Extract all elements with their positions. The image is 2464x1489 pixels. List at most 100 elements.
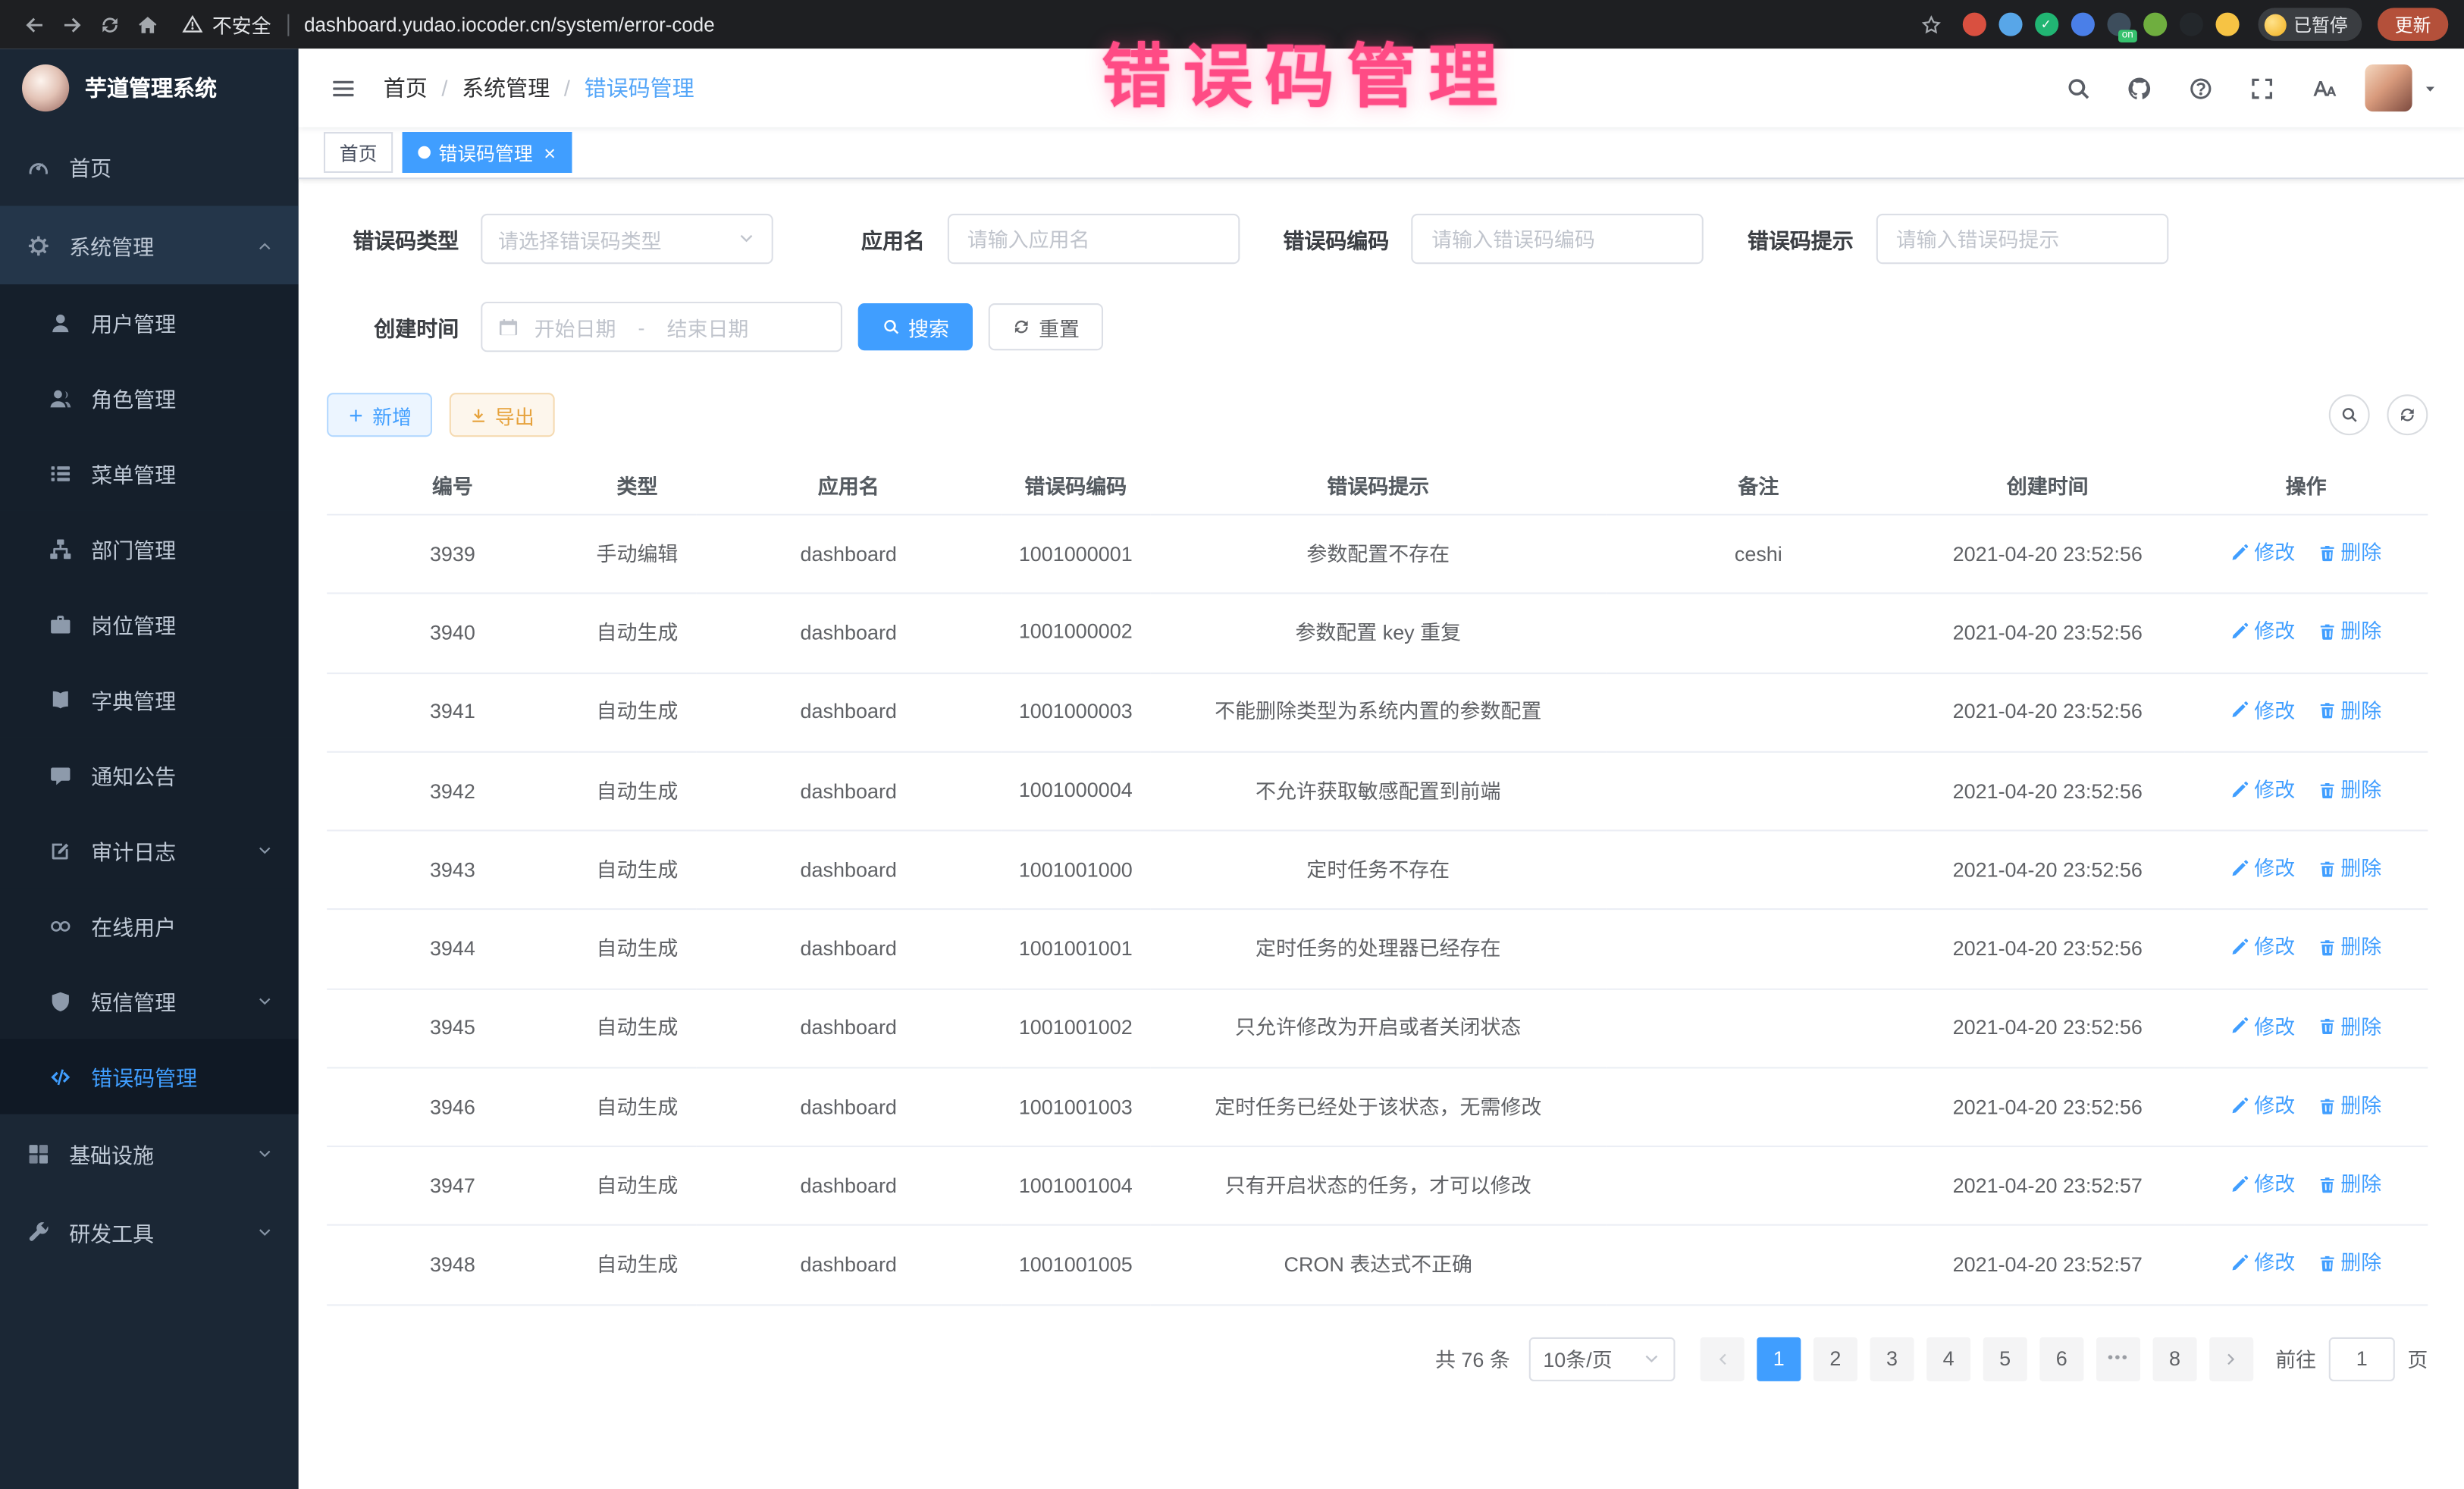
prev-page-button[interactable] [1701, 1337, 1745, 1381]
extension-icon-2[interactable] [1998, 13, 2021, 36]
extension-icon-4[interactable] [2071, 13, 2094, 36]
export-button[interactable]: 导出 [450, 393, 555, 437]
forward-icon[interactable] [53, 5, 91, 43]
edit-link[interactable]: 修改 [2230, 774, 2295, 804]
url-text[interactable]: dashboard.yudao.iocoder.cn/system/error-… [304, 14, 715, 36]
bookmark-star-icon[interactable] [1911, 5, 1949, 43]
sidebar-item-dict-management[interactable]: 字典管理 [0, 662, 299, 737]
security-chip[interactable]: 不安全 [182, 9, 271, 39]
delete-link[interactable]: 删除 [2317, 1248, 2381, 1278]
refresh-table-button[interactable] [2387, 394, 2428, 435]
next-page-button[interactable] [2209, 1337, 2253, 1381]
extension-icon-6[interactable] [2143, 13, 2166, 36]
update-button[interactable]: 更新 [2378, 8, 2448, 41]
add-button[interactable]: 新增 [327, 393, 432, 437]
sidebar-item-post-management[interactable]: 岗位管理 [0, 586, 299, 661]
extension-icon-1[interactable] [1962, 13, 1986, 36]
sidebar-item-notice[interactable]: 通知公告 [0, 737, 299, 812]
error-hint-input[interactable] [1876, 214, 2168, 264]
edit-link[interactable]: 修改 [2230, 853, 2295, 883]
user-menu[interactable] [2365, 64, 2438, 111]
sidebar-item-system-management[interactable]: 系统管理 [0, 206, 299, 285]
delete-link[interactable]: 删除 [2317, 933, 2381, 963]
font-size-icon[interactable] [2304, 69, 2342, 107]
edit-icon [2230, 938, 2249, 957]
page-size-value: 10条/页 [1543, 1343, 1612, 1373]
caret-down-icon [2422, 80, 2439, 97]
pager-more-button[interactable]: ••• [2096, 1337, 2140, 1381]
sidebar-item-error-code-management[interactable]: 错误码管理 [0, 1039, 299, 1114]
column-header: 错误码提示 [1150, 456, 1606, 515]
sidebar-item-sms-management[interactable]: 短信管理 [0, 964, 299, 1039]
page-button-3[interactable]: 3 [1870, 1337, 1914, 1381]
hamburger-icon[interactable] [324, 69, 362, 107]
sidebar-item-dev-tools[interactable]: 研发工具 [0, 1193, 299, 1271]
browser-home-icon[interactable] [129, 5, 167, 43]
sidebar-item-audit-log[interactable]: 审计日志 [0, 813, 299, 888]
delete-link[interactable]: 删除 [2317, 1090, 2381, 1121]
reset-button[interactable]: 重置 [989, 303, 1103, 350]
page-button-1[interactable]: 1 [1757, 1337, 1801, 1381]
tree-icon [47, 537, 74, 560]
fullscreen-icon[interactable] [2243, 69, 2281, 107]
sidebar-item-infrastructure[interactable]: 基础设施 [0, 1114, 299, 1193]
edit-link[interactable]: 修改 [2230, 695, 2295, 726]
edit-link[interactable]: 修改 [2230, 1169, 2295, 1199]
delete-link[interactable]: 删除 [2317, 695, 2381, 726]
edit-link[interactable]: 修改 [2230, 538, 2295, 568]
page-button-4[interactable]: 4 [1926, 1337, 1970, 1381]
sidebar-item-label: 通知公告 [91, 759, 176, 790]
cell-created: 2021-04-20 23:52:56 [1911, 751, 2184, 830]
cell-remark [1606, 910, 1911, 989]
error-type-select[interactable]: 请选择错误码类型 [481, 214, 773, 264]
app-name-input[interactable] [947, 214, 1240, 264]
page-button-8[interactable]: 8 [2153, 1337, 2197, 1381]
cell-type: 手动编辑 [578, 515, 696, 594]
sidebar-item-role-management[interactable]: 角色管理 [0, 360, 299, 435]
paused-badge[interactable]: 已暂停 [2257, 8, 2362, 41]
tab-label: 首页 [340, 139, 378, 165]
sidebar-item-user-management[interactable]: 用户管理 [0, 284, 299, 359]
logo[interactable]: 芋道管理系统 [0, 49, 299, 127]
create-time-range[interactable]: 开始日期 - 结束日期 [481, 302, 842, 352]
breadcrumb-system[interactable]: 系统管理 [462, 72, 550, 103]
edit-link[interactable]: 修改 [2230, 1090, 2295, 1121]
search-icon[interactable] [2058, 69, 2096, 107]
tab-home[interactable]: 首页 [324, 132, 393, 173]
edit-link[interactable]: 修改 [2230, 616, 2295, 647]
back-icon[interactable] [16, 5, 54, 43]
extension-icon-8[interactable] [2215, 13, 2238, 36]
delete-link[interactable]: 删除 [2317, 853, 2381, 883]
close-icon[interactable]: × [544, 143, 556, 163]
breadcrumb-home[interactable]: 首页 [384, 72, 428, 103]
edit-link[interactable]: 修改 [2230, 1011, 2295, 1042]
delete-link[interactable]: 删除 [2317, 774, 2381, 804]
page-button-5[interactable]: 5 [1983, 1337, 2027, 1381]
sidebar-item-menu-management[interactable]: 菜单管理 [0, 435, 299, 510]
edit-link[interactable]: 修改 [2230, 933, 2295, 963]
github-icon[interactable] [2120, 69, 2158, 107]
page-button-2[interactable]: 2 [1814, 1337, 1857, 1381]
page-size-select[interactable]: 10条/页 [1529, 1337, 1676, 1381]
error-code-input[interactable] [1411, 214, 1704, 264]
delete-link[interactable]: 删除 [2317, 1169, 2381, 1199]
tab-error-code[interactable]: 错误码管理 × [403, 132, 572, 173]
extension-icon-7[interactable] [2179, 13, 2202, 36]
page-button-6[interactable]: 6 [2039, 1337, 2083, 1381]
delete-link[interactable]: 删除 [2317, 1011, 2381, 1042]
sidebar-item-label: 部门管理 [91, 533, 176, 564]
toggle-search-button[interactable] [2329, 394, 2370, 435]
sidebar-item-online-users[interactable]: 在线用户 [0, 888, 299, 963]
sidebar-item-home[interactable]: 首页 [0, 127, 299, 206]
reload-icon[interactable] [91, 5, 129, 43]
help-icon[interactable] [2181, 69, 2219, 107]
search-button[interactable]: 搜索 [858, 303, 973, 350]
cell-code: 1001000004 [1001, 751, 1150, 830]
extension-icon-3[interactable]: ✓ [2034, 13, 2058, 36]
delete-link[interactable]: 删除 [2317, 538, 2381, 568]
extension-icon-5[interactable]: on [2106, 13, 2130, 36]
goto-page-input[interactable] [2329, 1337, 2395, 1381]
sidebar-item-dept-management[interactable]: 部门管理 [0, 511, 299, 586]
delete-link[interactable]: 删除 [2317, 616, 2381, 647]
edit-link[interactable]: 修改 [2230, 1248, 2295, 1278]
